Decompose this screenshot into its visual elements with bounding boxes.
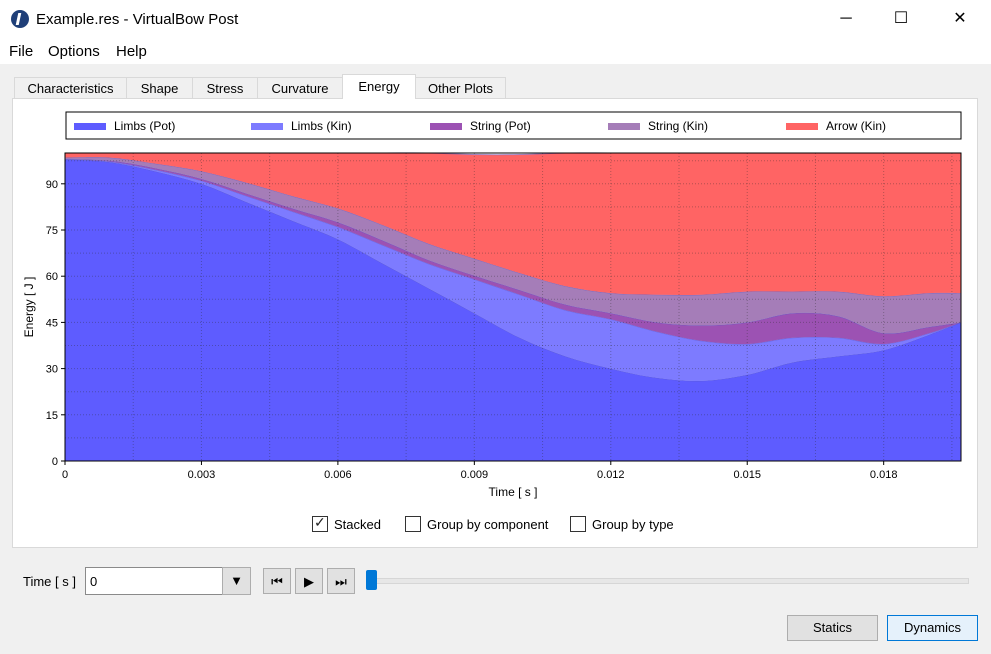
tab-other-plots[interactable]: Other Plots	[415, 77, 506, 99]
y-tick-label: 0	[52, 456, 58, 468]
legend-swatch	[251, 123, 283, 130]
app-logo-icon	[11, 10, 29, 28]
first-frame-button[interactable]: ⏮	[263, 568, 291, 594]
legend-swatch	[74, 123, 106, 130]
x-tick-label: 0.012	[597, 469, 625, 481]
y-tick-label: 15	[46, 410, 58, 422]
group-component-checkbox[interactable]	[405, 516, 421, 532]
time-input[interactable]	[85, 567, 225, 595]
time-slider[interactable]	[371, 578, 969, 584]
x-tick-label: 0.003	[188, 469, 216, 481]
dynamics-button[interactable]: Dynamics	[887, 615, 978, 641]
legend-swatch	[430, 123, 462, 130]
statics-button[interactable]: Statics	[787, 615, 878, 641]
y-tick-label: 90	[46, 179, 58, 191]
x-tick-label: 0	[62, 469, 68, 481]
last-frame-button[interactable]: ⏭	[327, 568, 355, 594]
stacked-checkbox[interactable]	[312, 514, 328, 532]
legend-label: String (Kin)	[648, 119, 708, 133]
window-title: Example.res - VirtualBow Post	[36, 11, 239, 28]
x-tick-label: 0.018	[870, 469, 898, 481]
legend-label: Limbs (Kin)	[291, 119, 352, 133]
skip-forward-icon: ⏭	[335, 574, 347, 589]
legend-label: Arrow (Kin)	[826, 119, 886, 133]
play-button[interactable]: ▶	[295, 568, 323, 594]
y-tick-label: 45	[46, 317, 58, 329]
play-icon: ▶	[304, 574, 314, 589]
tab-energy[interactable]: Energy	[342, 74, 416, 99]
time-dropdown-button[interactable]: ▼	[222, 567, 251, 595]
group-type-checkbox[interactable]	[570, 516, 586, 532]
menu-help[interactable]: Help	[116, 43, 147, 60]
stacked-label: Stacked	[334, 517, 381, 532]
group-component-label: Group by component	[427, 517, 549, 532]
title-bar: Example.res - VirtualBow Post ─ ☐ ✕	[0, 0, 991, 38]
time-slider-handle[interactable]	[366, 570, 377, 590]
time-label: Time [ s ]	[23, 574, 76, 589]
x-tick-label: 0.015	[733, 469, 761, 481]
tab-shape[interactable]: Shape	[126, 77, 193, 99]
minimize-button[interactable]: ─	[823, 0, 869, 38]
legend-label: Limbs (Pot)	[114, 119, 175, 133]
legend-label: String (Pot)	[470, 119, 531, 133]
tab-curvature[interactable]: Curvature	[257, 77, 343, 99]
y-axis-label: Energy [ J ]	[22, 277, 36, 338]
y-tick-label: 30	[46, 364, 58, 376]
tab-characteristics[interactable]: Characteristics	[14, 77, 127, 99]
menu-bar: File Options Help	[0, 38, 991, 64]
energy-chart: Limbs (Pot) Limbs (Kin) String (Pot) String…	[22, 111, 962, 499]
menu-file[interactable]: File	[9, 43, 33, 60]
group-component-option[interactable]: Group by component	[405, 516, 548, 532]
menu-options[interactable]: Options	[48, 43, 100, 60]
tab-stress[interactable]: Stress	[192, 77, 258, 99]
group-type-option[interactable]: Group by type	[570, 516, 674, 532]
group-type-label: Group by type	[592, 517, 674, 532]
x-tick-label: 0.006	[324, 469, 352, 481]
legend-swatch	[786, 123, 818, 130]
x-axis-label: Time [ s ]	[489, 485, 538, 499]
chevron-down-icon: ▼	[230, 573, 243, 588]
energy-panel: Limbs (Pot) Limbs (Kin) String (Pot) String…	[12, 98, 978, 548]
y-tick-label: 75	[46, 225, 58, 237]
legend-swatch	[608, 123, 640, 130]
maximize-button[interactable]: ☐	[878, 0, 924, 38]
skip-back-icon: ⏮	[271, 574, 283, 589]
x-tick-label: 0.009	[461, 469, 489, 481]
close-button[interactable]: ✕	[937, 0, 983, 38]
stacked-option[interactable]: Stacked	[312, 514, 381, 532]
y-tick-label: 60	[46, 271, 58, 283]
